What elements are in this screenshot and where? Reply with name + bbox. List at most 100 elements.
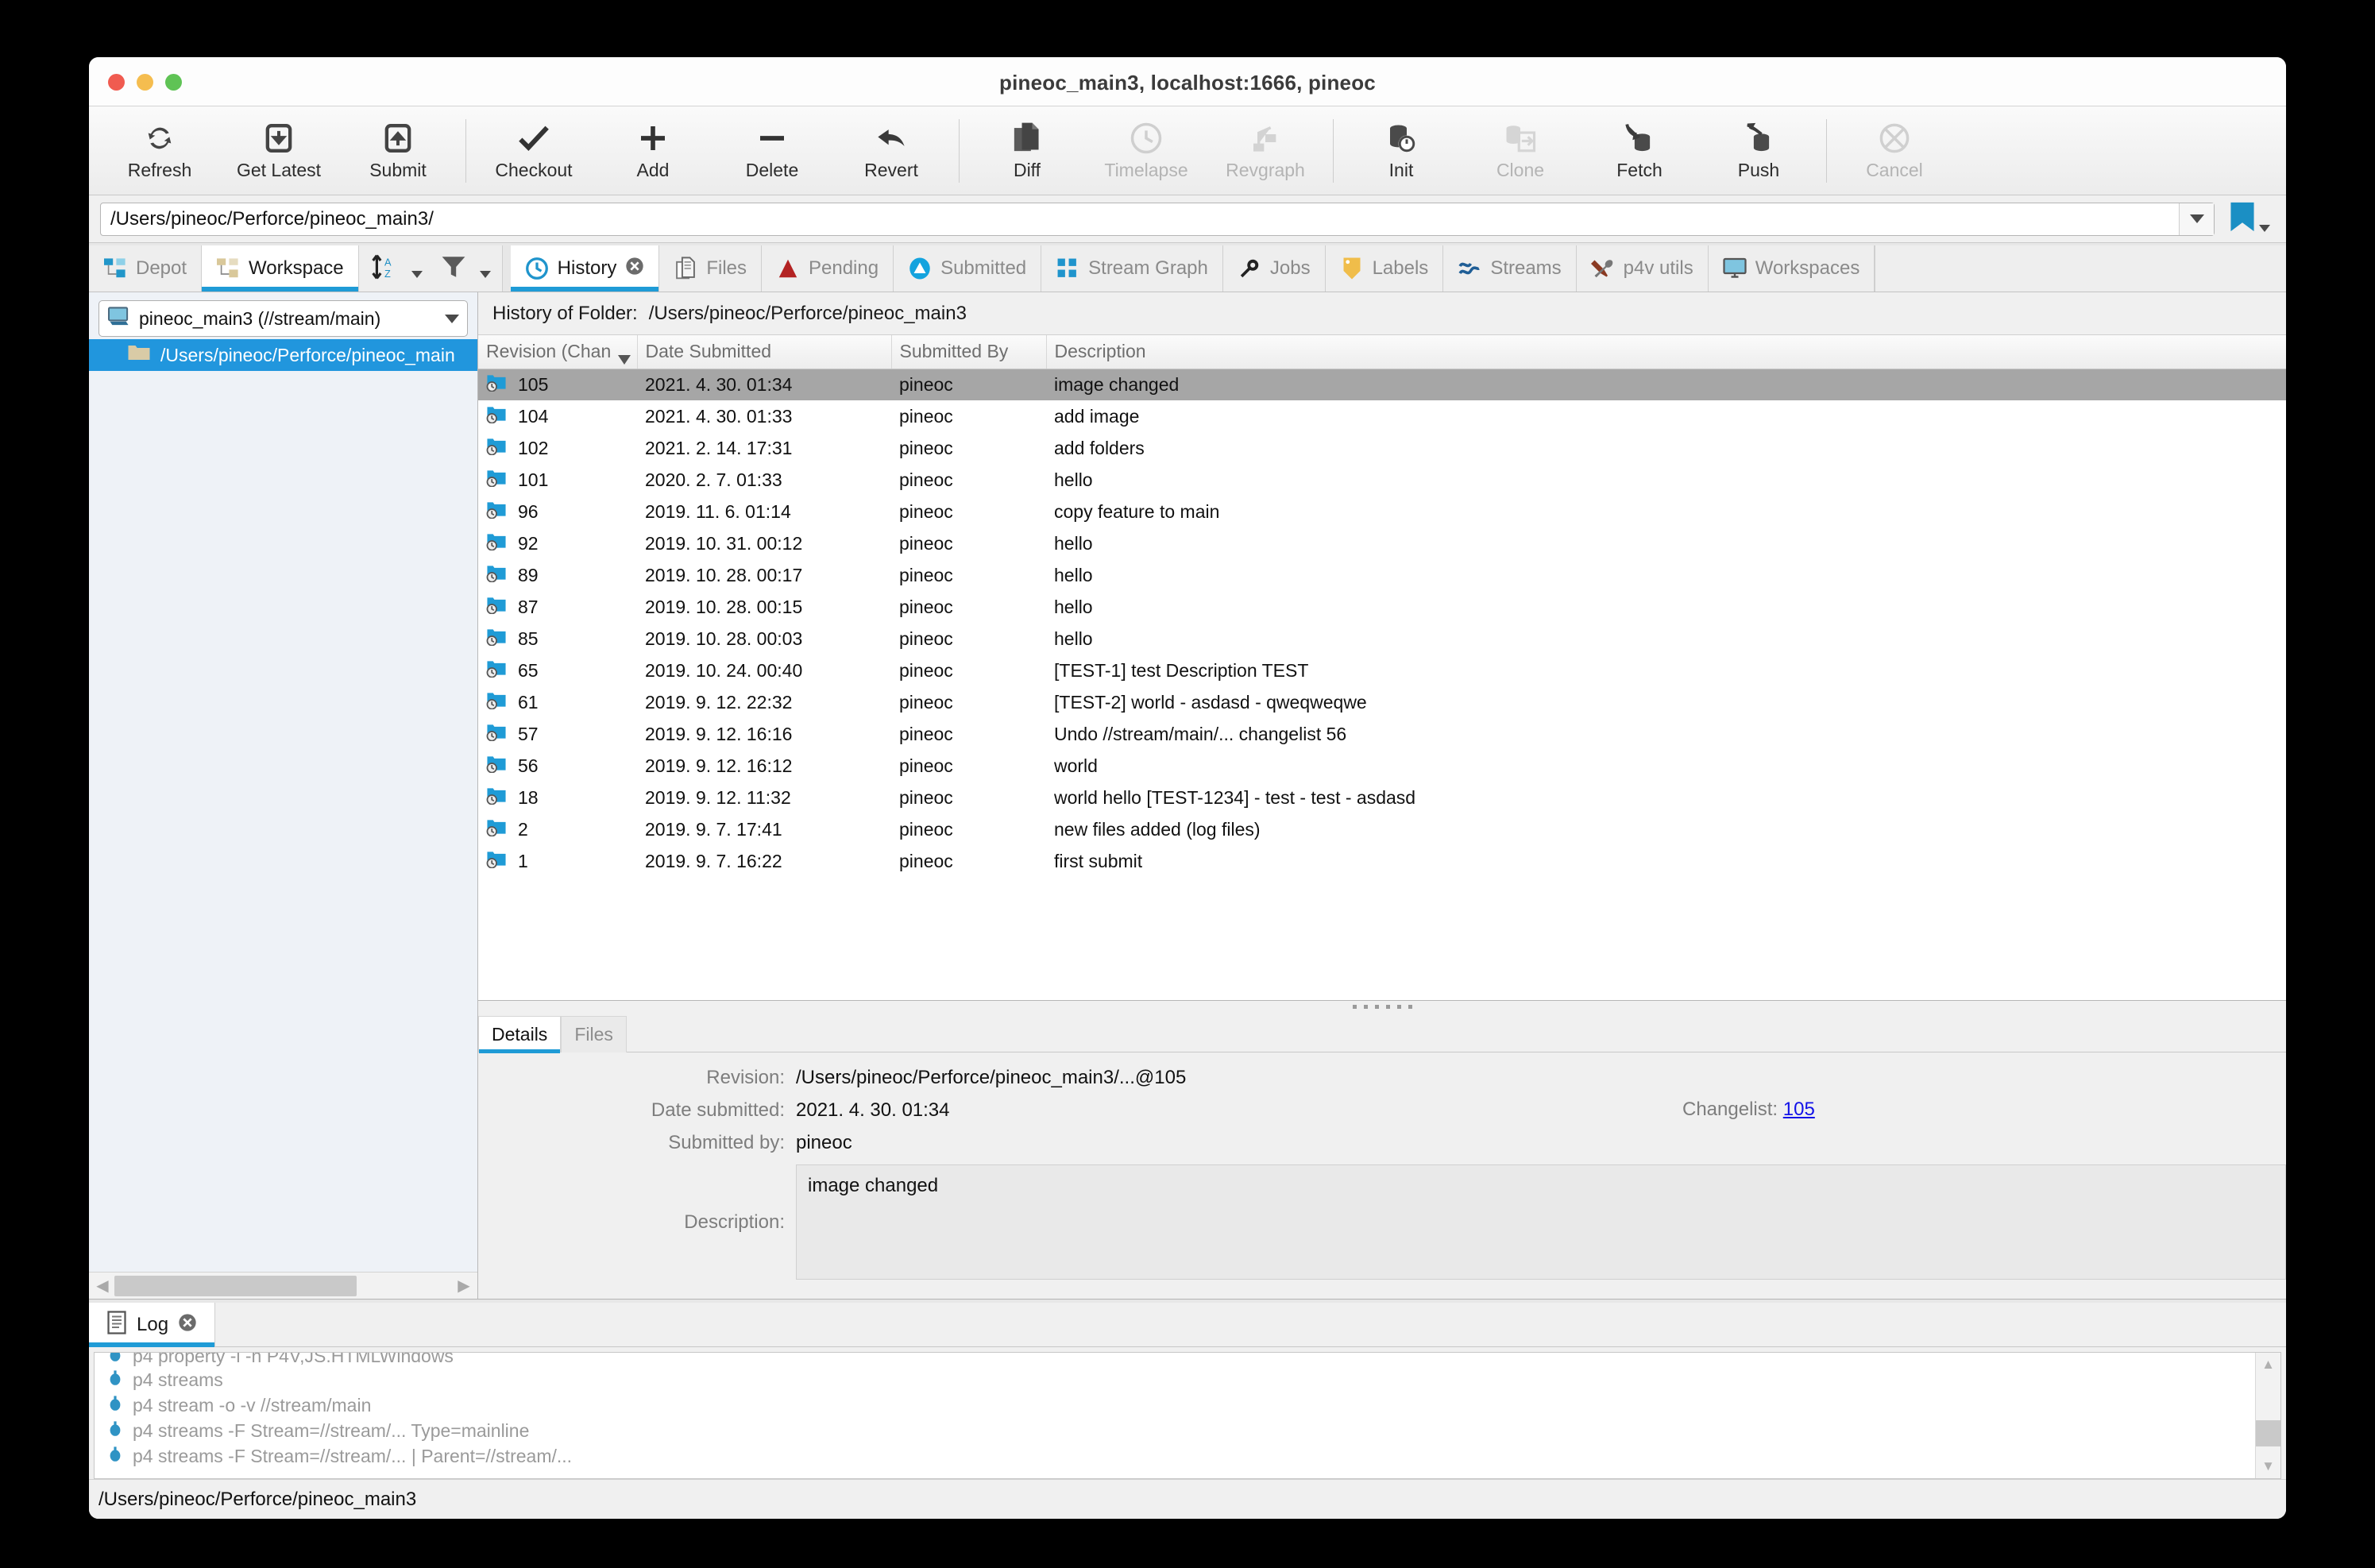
log-output[interactable]: p4 property -l -n P4V,JS.HTMLWindows p4 s…: [94, 1352, 2281, 1479]
table-row[interactable]: 18 2019. 9. 12. 11:32 pineoc world hello [T…: [478, 782, 2286, 813]
cell-date: 2019. 9. 7. 16:22: [637, 845, 891, 877]
path-input[interactable]: [101, 207, 2179, 230]
table-row[interactable]: 89 2019. 10. 28. 00:17 pineoc hello: [478, 559, 2286, 591]
path-dropdown-button[interactable]: [2179, 203, 2214, 235]
tab-history[interactable]: History: [510, 245, 660, 292]
cell-submitted-by-text: pineoc: [899, 373, 953, 395]
revision-number: 56: [518, 755, 539, 776]
checkout-button[interactable]: Checkout: [474, 113, 593, 189]
column-header-date[interactable]: Date Submitted: [637, 335, 892, 369]
init-button[interactable]: Init: [1342, 113, 1461, 189]
cell-submitted-by: pineoc: [891, 845, 1046, 877]
scroll-right-icon[interactable]: ▶: [452, 1276, 476, 1296]
cell-description: [TEST-2] world - asdasd - qweqweqwe: [1046, 686, 2286, 718]
tab-depot[interactable]: Depot: [89, 245, 203, 292]
submit-label: Submit: [369, 160, 427, 180]
cell-submitted-by-text: pineoc: [899, 500, 953, 522]
tab-workspace-label: Workspace: [249, 257, 344, 279]
workspace-selector[interactable]: pineoc_main3 (//stream/main): [98, 300, 468, 337]
changelist-link[interactable]: 105: [1783, 1099, 1815, 1120]
tab-stream-graph[interactable]: Stream Graph: [1041, 245, 1223, 292]
timelapse-button[interactable]: Timelapse: [1087, 113, 1206, 189]
push-button[interactable]: Push: [1699, 113, 1818, 189]
details-tab[interactable]: Details: [478, 1016, 562, 1053]
scroll-up-icon[interactable]: ▲: [2256, 1353, 2280, 1377]
tab-workspaces[interactable]: Workspaces: [1708, 245, 1875, 292]
log-line: p4 streams -F Stream=//stream/... | Pare…: [98, 1443, 2255, 1469]
cell-date-text: 2019. 9. 7. 16:22: [645, 850, 782, 871]
table-row[interactable]: 56 2019. 9. 12. 16:12 pineoc world: [478, 750, 2286, 782]
scroll-down-icon[interactable]: ▼: [2256, 1454, 2280, 1478]
tab-jobs[interactable]: Jobs: [1222, 245, 1326, 292]
tab-streams[interactable]: Streams: [1443, 245, 1577, 292]
table-row[interactable]: 102 2021. 2. 14. 17:31 pineoc add folders: [478, 432, 2286, 464]
clone-button[interactable]: Clone: [1461, 113, 1580, 189]
table-row[interactable]: 92 2019. 10. 31. 00:12 pineoc hello: [478, 527, 2286, 559]
table-row[interactable]: 85 2019. 10. 28. 00:03 pineoc hello: [478, 623, 2286, 655]
log-scrollbar-thumb[interactable]: [2256, 1420, 2280, 1446]
get-latest-button[interactable]: Get Latest: [219, 113, 338, 189]
tab-labels[interactable]: Labels: [1325, 245, 1444, 292]
close-icon[interactable]: [625, 257, 644, 281]
table-row[interactable]: 2 2019. 9. 7. 17:41 pineoc new files added …: [478, 813, 2286, 845]
tab-workspace[interactable]: Workspace: [202, 245, 359, 292]
table-row[interactable]: 1 2019. 9. 7. 16:22 pineoc first submit: [478, 845, 2286, 877]
stream-graph-icon: [1056, 257, 1079, 280]
scroll-left-icon[interactable]: ◀: [91, 1276, 114, 1296]
details-files-tab[interactable]: Files: [561, 1016, 627, 1052]
diff-button[interactable]: Diff: [967, 113, 1087, 189]
scrollbar-thumb[interactable]: [114, 1275, 357, 1296]
workspace-tree[interactable]: /Users/pineoc/Perforce/pineoc_main: [89, 339, 477, 1272]
column-header-description[interactable]: Description: [1046, 335, 2286, 369]
table-row[interactable]: 61 2019. 9. 12. 22:32 pineoc [TEST-2] world…: [478, 686, 2286, 718]
cell-submitted-by-text: pineoc: [899, 659, 953, 681]
close-icon[interactable]: [178, 1313, 197, 1338]
cell-description: first submit: [1046, 845, 2286, 877]
details-tab-bar: Details Files: [478, 1013, 2286, 1053]
path-combo[interactable]: [100, 202, 2215, 236]
history-clock-icon: [525, 257, 549, 280]
bookmark-dropdown-icon[interactable]: [2259, 225, 2270, 232]
cell-submitted-by-text: pineoc: [899, 818, 953, 840]
table-row[interactable]: 87 2019. 10. 28. 00:15 pineoc hello: [478, 591, 2286, 623]
date-submitted-label: Date submitted:: [651, 1099, 785, 1121]
tab-p4v-utils[interactable]: p4v utils: [1576, 245, 1709, 292]
revgraph-button[interactable]: Revgraph: [1206, 113, 1325, 189]
filter-icon[interactable]: [440, 254, 467, 284]
tab-submitted[interactable]: Submitted: [894, 245, 1042, 292]
history-table-scroll[interactable]: Revision (Chan Date Submitted Submitted …: [478, 335, 2286, 1000]
sort-dropdown-icon[interactable]: [411, 270, 423, 278]
table-row[interactable]: 104 2021. 4. 30. 01:33 pineoc add image: [478, 400, 2286, 432]
cell-revision: 104: [478, 400, 637, 432]
table-row[interactable]: 57 2019. 9. 12. 16:16 pineoc Undo //stream/…: [478, 718, 2286, 750]
left-pane-horizontal-scrollbar[interactable]: ◀ ▶: [89, 1272, 477, 1299]
submit-button[interactable]: Submit: [338, 113, 458, 189]
table-row[interactable]: 65 2019. 10. 24. 00:40 pineoc [TEST-1] test…: [478, 655, 2286, 686]
horizontal-splitter[interactable]: [478, 1000, 2286, 1013]
sort-az-icon[interactable]: AZ: [370, 254, 399, 284]
add-button[interactable]: Add: [593, 113, 712, 189]
cell-submitted-by-text: pineoc: [899, 691, 953, 713]
table-row[interactable]: 105 2021. 4. 30. 01:34 pineoc image changed: [478, 369, 2286, 400]
tree-item-root[interactable]: /Users/pineoc/Perforce/pineoc_main: [89, 339, 477, 371]
tab-pending[interactable]: Pending: [762, 245, 894, 292]
bookmark-icon[interactable]: [2229, 201, 2256, 237]
table-row[interactable]: 96 2019. 11. 6. 01:14 pineoc copy feature t…: [478, 496, 2286, 527]
filter-dropdown-icon[interactable]: [479, 270, 491, 278]
column-header-revision[interactable]: Revision (Chan: [478, 335, 638, 369]
cell-submitted-by: pineoc: [891, 527, 1046, 559]
delete-button[interactable]: Delete: [712, 113, 832, 189]
cell-submitted-by: pineoc: [891, 686, 1046, 718]
cell-description-text: add image: [1054, 405, 1140, 427]
revert-button[interactable]: Revert: [832, 113, 951, 189]
chevron-down-icon[interactable]: [445, 314, 459, 323]
description-value[interactable]: image changed: [796, 1164, 2286, 1280]
log-tab[interactable]: Log: [89, 1303, 216, 1347]
table-row[interactable]: 101 2020. 2. 7. 01:33 pineoc hello: [478, 464, 2286, 496]
column-header-submitted-by[interactable]: Submitted By: [891, 335, 1047, 369]
log-vertical-scrollbar[interactable]: ▲ ▼: [2255, 1353, 2280, 1478]
cancel-button[interactable]: Cancel: [1835, 113, 1954, 189]
refresh-button[interactable]: Refresh: [100, 113, 219, 189]
fetch-button[interactable]: Fetch: [1580, 113, 1699, 189]
tab-files[interactable]: Files: [659, 245, 762, 292]
